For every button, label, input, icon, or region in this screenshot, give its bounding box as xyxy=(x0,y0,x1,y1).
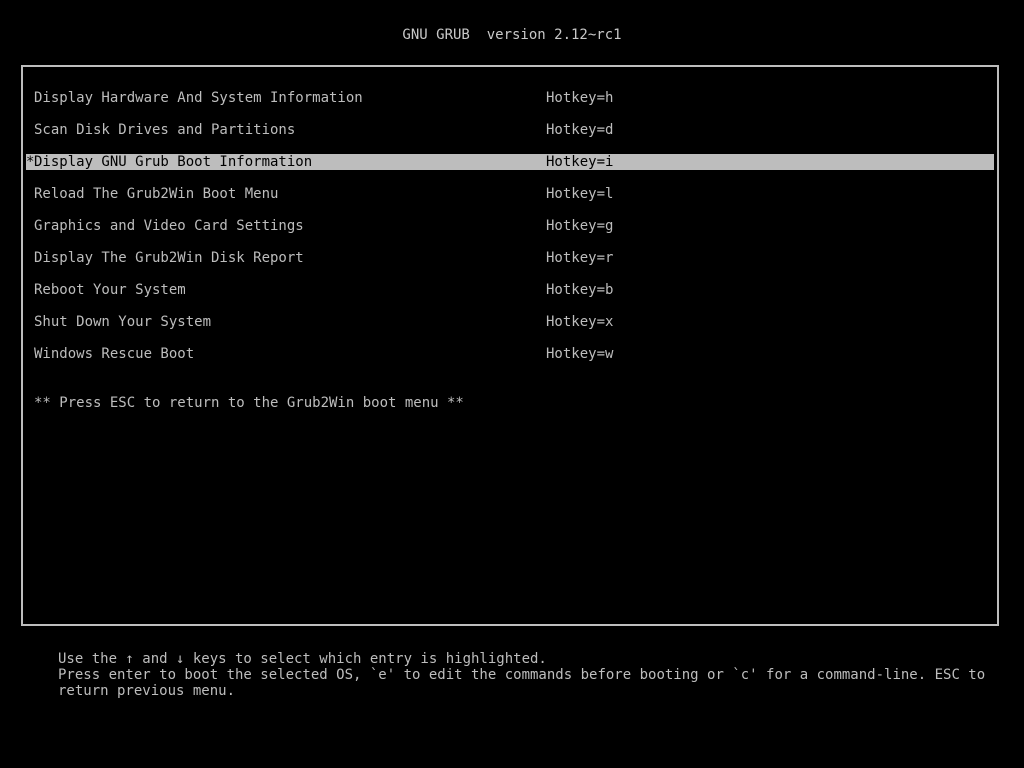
menu-item-hotkey: Hotkey=h xyxy=(546,90,614,106)
menu-item-reload-menu[interactable]: Reload The Grub2Win Boot Menu Hotkey=l xyxy=(23,186,997,202)
menu-item-hardware-info[interactable]: Display Hardware And System Information … xyxy=(23,90,997,106)
grub-title: GNU GRUB version 2.12~rc1 xyxy=(402,27,622,43)
menu-item-label: Display The Grub2Win Disk Report xyxy=(34,250,304,266)
menu-item-hotkey: Hotkey=l xyxy=(546,186,614,202)
menu-item-grub-boot-info[interactable]: * Display GNU Grub Boot Information Hotk… xyxy=(26,154,994,170)
menu-item-label: Shut Down Your System xyxy=(34,314,212,330)
menu-item-hotkey: Hotkey=i xyxy=(546,154,614,170)
menu-item-label: Scan Disk Drives and Partitions xyxy=(34,122,296,138)
help-line-return: return previous menu. xyxy=(58,683,236,699)
boot-menu-box: Display Hardware And System Information … xyxy=(21,65,999,626)
menu-item-shutdown[interactable]: Shut Down Your System Hotkey=x xyxy=(23,314,997,330)
help-text: Use the ↑ and ↓ keys to select which ent… xyxy=(58,651,986,699)
boot-menu-list: Display Hardware And System Information … xyxy=(23,90,997,378)
menu-item-label: Reload The Grub2Win Boot Menu xyxy=(34,186,279,202)
help-line-commands: Press enter to boot the selected OS, `e'… xyxy=(58,667,986,683)
menu-item-hotkey: Hotkey=w xyxy=(546,346,614,362)
menu-item-disk-report[interactable]: Display The Grub2Win Disk Report Hotkey=… xyxy=(23,250,997,266)
selection-marker: * xyxy=(26,154,35,170)
menu-item-reboot[interactable]: Reboot Your System Hotkey=b xyxy=(23,282,997,298)
esc-return-note: ** Press ESC to return to the Grub2Win b… xyxy=(34,395,464,411)
menu-item-hotkey: Hotkey=x xyxy=(546,314,614,330)
menu-item-windows-rescue[interactable]: Windows Rescue Boot Hotkey=w xyxy=(23,346,997,362)
help-line-navigation: Use the ↑ and ↓ keys to select which ent… xyxy=(58,651,547,667)
menu-item-label: Display Hardware And System Information xyxy=(34,90,363,106)
menu-item-hotkey: Hotkey=b xyxy=(546,282,614,298)
menu-item-scan-disks[interactable]: Scan Disk Drives and Partitions Hotkey=d xyxy=(23,122,997,138)
menu-item-label: Reboot Your System xyxy=(34,282,186,298)
menu-item-label: Windows Rescue Boot xyxy=(34,346,195,362)
menu-item-hotkey: Hotkey=g xyxy=(546,218,614,234)
menu-item-hotkey: Hotkey=d xyxy=(546,122,614,138)
menu-item-graphics-settings[interactable]: Graphics and Video Card Settings Hotkey=… xyxy=(23,218,997,234)
menu-item-hotkey: Hotkey=r xyxy=(546,250,614,266)
menu-item-label: Graphics and Video Card Settings xyxy=(34,218,304,234)
menu-item-label: Display GNU Grub Boot Information xyxy=(34,154,313,170)
